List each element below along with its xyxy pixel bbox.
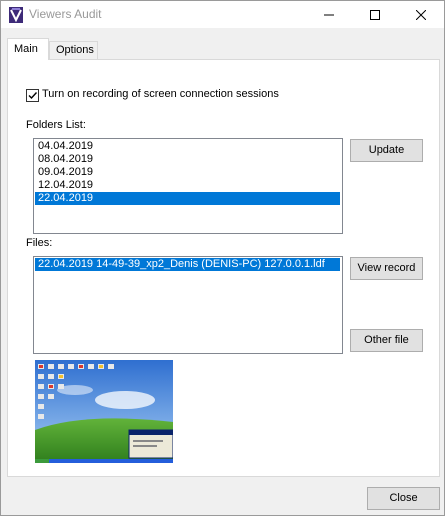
window-title: Viewers Audit — [29, 7, 102, 21]
folders-listbox[interactable]: 04.04.2019 08.04.2019 09.04.2019 12.04.2… — [33, 138, 343, 234]
title-bar[interactable]: Viewers Audit — [1, 1, 444, 28]
folders-list-label: Folders List: — [26, 119, 86, 131]
minimize-icon — [324, 14, 334, 15]
folder-item[interactable]: 09.04.2019 — [35, 166, 340, 179]
file-item-selected[interactable]: 22.04.2019 14-49-39_xp2_Denis (DENIS-PC)… — [35, 258, 340, 271]
folder-item[interactable]: 08.04.2019 — [35, 153, 340, 166]
files-list-label: Files: — [26, 237, 53, 249]
recording-checkbox-label[interactable]: Turn on recording of screen connection s… — [42, 88, 279, 100]
session-preview-thumbnail — [35, 360, 173, 463]
close-icon — [416, 9, 426, 20]
tab-main[interactable]: Main — [7, 38, 49, 60]
maximize-button[interactable] — [352, 1, 398, 28]
folder-item-selected[interactable]: 22.04.2019 — [35, 192, 340, 205]
checkmark-icon — [28, 92, 38, 100]
window-close-button[interactable] — [398, 1, 444, 28]
maximize-icon — [370, 9, 380, 20]
tab-main-label: Main — [14, 43, 38, 55]
viewers-audit-window: Viewers Audit Main Options Turn on recor… — [0, 0, 445, 516]
view-record-button[interactable]: View record — [350, 257, 423, 280]
folder-item[interactable]: 04.04.2019 — [35, 140, 340, 153]
app-icon — [9, 7, 23, 23]
close-button[interactable]: Close — [367, 487, 440, 510]
tab-options[interactable]: Options — [49, 41, 98, 60]
files-listbox[interactable]: 22.04.2019 14-49-39_xp2_Denis (DENIS-PC)… — [33, 256, 343, 354]
folder-item[interactable]: 12.04.2019 — [35, 179, 340, 192]
other-file-button[interactable]: Other file — [350, 329, 423, 352]
recording-checkbox[interactable] — [26, 89, 39, 102]
update-button[interactable]: Update — [350, 139, 423, 162]
tab-options-label: Options — [56, 44, 94, 56]
minimize-button[interactable] — [306, 1, 352, 28]
